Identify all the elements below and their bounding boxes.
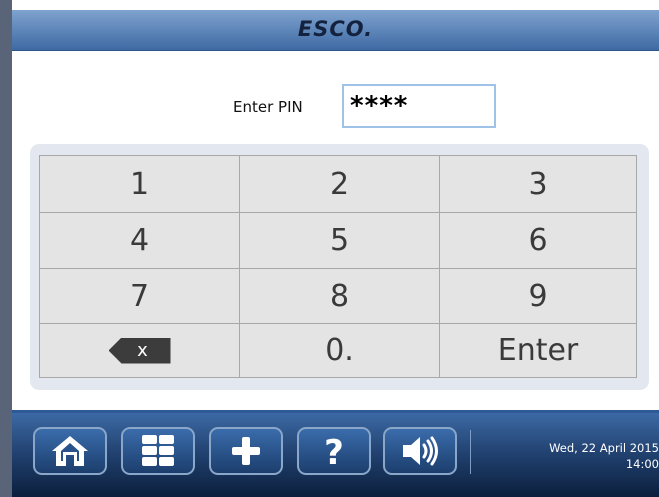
home-icon <box>52 436 88 466</box>
key-2[interactable]: 2 <box>239 155 440 213</box>
time-text: 14:00 <box>625 457 659 471</box>
header-bar: ESCO. <box>12 10 659 51</box>
question-icon: ? <box>324 433 344 470</box>
key-7[interactable]: 7 <box>39 268 240 324</box>
pin-label: Enter PIN <box>233 98 303 116</box>
key-3[interactable]: 3 <box>439 155 637 213</box>
help-button[interactable]: ? <box>297 427 371 475</box>
volume-button[interactable] <box>383 427 457 475</box>
speaker-icon <box>403 436 438 466</box>
screen-bezel <box>0 0 12 497</box>
backspace-icon: x <box>108 337 171 364</box>
key-1[interactable]: 1 <box>39 155 240 213</box>
footer-divider <box>470 430 471 474</box>
key-5[interactable]: 5 <box>239 212 440 269</box>
enter-button[interactable]: Enter <box>439 323 637 378</box>
key-8[interactable]: 8 <box>239 268 440 324</box>
esco-logo: ESCO. <box>297 17 374 41</box>
plus-icon <box>232 437 260 465</box>
home-button[interactable] <box>33 427 107 475</box>
date-text: Wed, 22 April 2015 <box>549 441 659 455</box>
menu-button[interactable] <box>121 427 195 475</box>
key-6[interactable]: 6 <box>439 212 637 269</box>
grid-menu-icon <box>142 435 174 466</box>
backspace-button[interactable]: x <box>39 323 240 378</box>
add-button[interactable] <box>209 427 283 475</box>
key-4[interactable]: 4 <box>39 212 240 269</box>
datetime-display: Wed, 22 April 2015 14:00 <box>479 440 659 472</box>
backspace-label: x <box>137 340 148 361</box>
key-9[interactable]: 9 <box>439 268 637 324</box>
svg-text:?: ? <box>324 433 344 470</box>
key-0-dot[interactable]: 0. <box>239 323 440 378</box>
pin-input[interactable]: **** <box>342 84 496 128</box>
